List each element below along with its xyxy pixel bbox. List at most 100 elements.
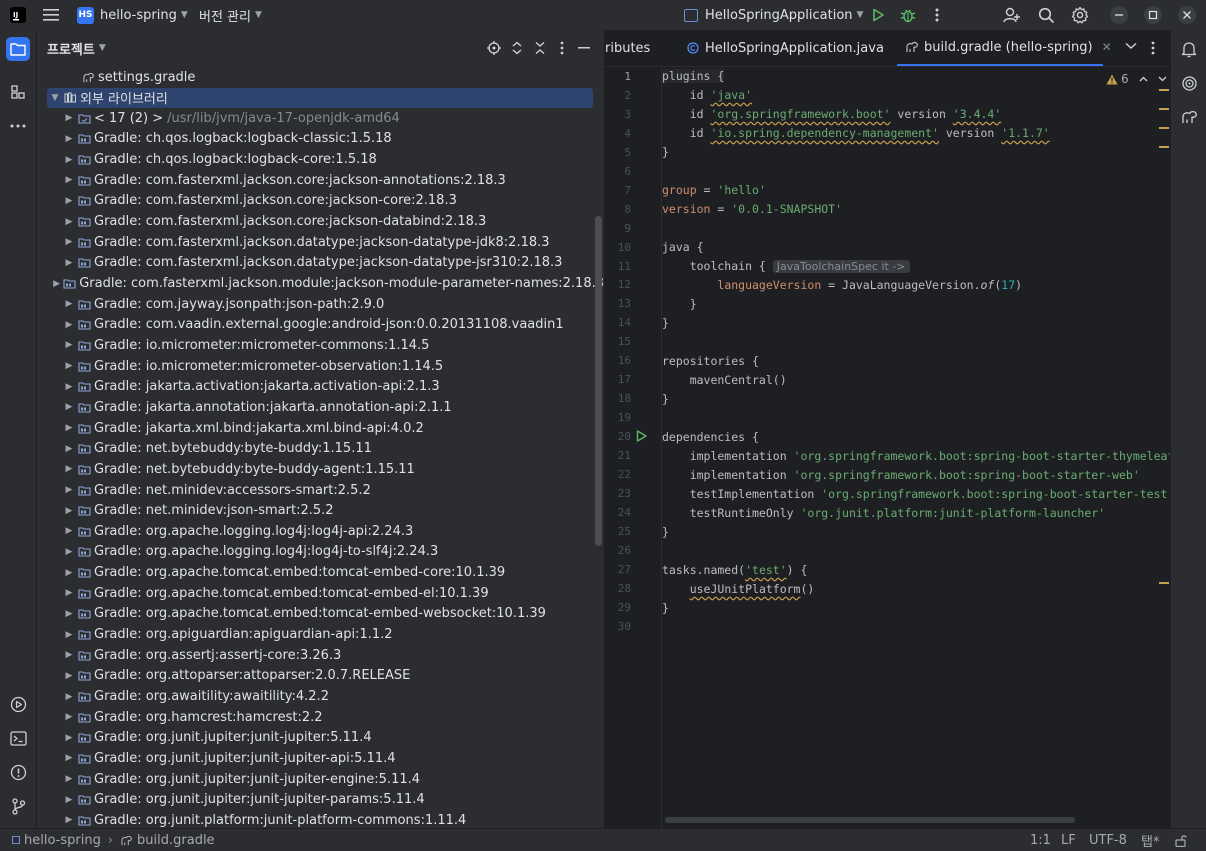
debug-icon[interactable] <box>898 5 918 25</box>
warning-stripe-marker[interactable] <box>1159 127 1169 129</box>
more-vertical-icon[interactable] <box>927 5 947 25</box>
chevron-right-icon[interactable]: ▶ <box>63 174 75 186</box>
tree-item[interactable]: ▶ < 17 (2) >/usr/lib/jvm/java-17-openjdk-… <box>37 108 604 128</box>
ai-assistant-icon[interactable] <box>1177 71 1201 95</box>
project-switcher[interactable]: HS hello-spring ▼ <box>77 0 188 30</box>
line-number-gutter[interactable]: 1 2 3 4 5 6 7 8 9 10 11 12 13 14 15 16 17 18 19 20 21 22 23 24 2… <box>605 67 662 828</box>
warning-stripe-marker[interactable] <box>1159 89 1169 91</box>
previous-highlight-icon[interactable] <box>1139 76 1148 82</box>
chevron-right-icon[interactable]: ▶ <box>63 525 75 537</box>
chevron-right-icon[interactable]: ▶ <box>63 711 75 723</box>
chevron-right-icon[interactable]: ▶ <box>63 133 75 145</box>
chevron-right-icon[interactable]: ▶ <box>63 463 75 475</box>
gradle-tool-window-icon[interactable] <box>1177 105 1201 129</box>
tree-item[interactable]: ▶ Gradle: jakarta.activation:jakarta.acti… <box>37 377 604 397</box>
tree-item[interactable]: ▶ Gradle: org.apache.tomcat.embed:tomcat-… <box>37 583 604 603</box>
minimize-window-icon[interactable] <box>1109 5 1129 25</box>
project-view-selector[interactable]: 프로젝트 ▼ <box>47 30 106 66</box>
git-branch-icon[interactable] <box>6 794 30 818</box>
warning-stripe-marker[interactable] <box>1159 108 1169 110</box>
chevron-right-icon[interactable]: ▶ <box>63 298 75 310</box>
chevron-right-icon[interactable]: ▶ <box>63 216 75 228</box>
file-encoding[interactable]: UTF-8 <box>1089 829 1127 851</box>
tree-item[interactable]: ▶ Gradle: com.vaadin.external.google:andr… <box>37 315 604 335</box>
chevron-right-icon[interactable]: ▶ <box>63 195 75 207</box>
tree-item[interactable]: ▶ Gradle: org.attoparser:attoparser:2.0.7… <box>37 666 604 686</box>
add-user-icon[interactable] <box>1002 5 1022 25</box>
expand-all-icon[interactable] <box>511 41 523 55</box>
chevron-down-icon[interactable]: ▼ <box>49 92 61 104</box>
tree-item[interactable]: ▶ Gradle: org.junit.jupiter:junit-jupiter… <box>37 728 604 748</box>
inlay-hint[interactable]: JavaToolchainSpec it -> <box>772 260 910 273</box>
tree-scrollbar[interactable] <box>595 216 602 546</box>
maximize-window-icon[interactable] <box>1143 5 1163 25</box>
close-tab-icon[interactable]: ✕ <box>1102 40 1112 54</box>
problems-icon[interactable] <box>6 760 30 784</box>
collapse-all-icon[interactable] <box>534 41 546 55</box>
tree-item[interactable]: ▶ Gradle: com.jayway.jsonpath:json-path:2… <box>37 294 604 314</box>
run-icon[interactable] <box>868 5 888 25</box>
inspection-widget[interactable]: 6 <box>1106 71 1167 87</box>
search-icon[interactable] <box>1036 5 1056 25</box>
tree-item[interactable]: ▶ Gradle: org.junit.jupiter:junit-jupiter… <box>37 748 604 768</box>
chevron-right-icon[interactable]: ▶ <box>63 567 75 579</box>
tree-item[interactable]: ▶ Gradle: jakarta.xml.bind:jakarta.xml.bi… <box>37 418 604 438</box>
tree-item[interactable]: ▶ Gradle: com.fasterxml.jackson.core:jack… <box>37 212 604 232</box>
chevron-right-icon[interactable]: ▶ <box>63 608 75 620</box>
tree-item[interactable]: ▶ Gradle: org.apache.logging.log4j:log4j-… <box>37 521 604 541</box>
tree-item[interactable]: ▶ Gradle: org.assertj:assertj-core:3.26.3 <box>37 645 604 665</box>
close-window-icon[interactable] <box>1177 5 1197 25</box>
tree-item[interactable]: ▶ Gradle: ch.qos.logback:logback-classic:… <box>37 129 604 149</box>
chevron-right-icon[interactable]: ▶ <box>63 649 75 661</box>
chevron-right-icon[interactable]: ▶ <box>63 401 75 413</box>
chevron-right-icon[interactable]: ▶ <box>63 629 75 641</box>
tree-item[interactable]: ▶ Gradle: org.awaitility:awaitility:4.2.2 <box>37 687 604 707</box>
app-logo-icon[interactable]: IJ <box>8 5 28 25</box>
panel-options-icon[interactable] <box>560 41 564 55</box>
main-menu-icon[interactable] <box>41 5 61 25</box>
tree-item[interactable]: ▶ Gradle: net.minidev:json-smart:2.5.2 <box>37 501 604 521</box>
chevron-right-icon[interactable]: ▶ <box>63 773 75 785</box>
chevron-right-icon[interactable]: ▶ <box>53 278 60 290</box>
caret-position[interactable]: 1:1 <box>1030 829 1051 851</box>
tree-item[interactable]: ▶ Gradle: com.fasterxml.jackson.datatype:… <box>37 253 604 273</box>
chevron-right-icon[interactable]: ▶ <box>63 381 75 393</box>
chevron-right-icon[interactable]: ▶ <box>63 484 75 496</box>
chevron-right-icon[interactable]: ▶ <box>63 443 75 455</box>
chevron-right-icon[interactable]: ▶ <box>63 814 75 826</box>
more-horizontal-icon[interactable] <box>6 114 30 138</box>
chevron-right-icon[interactable]: ▶ <box>63 505 75 517</box>
chevron-right-icon[interactable]: ▶ <box>63 257 75 269</box>
tree-item[interactable]: settings.gradle <box>37 67 604 87</box>
tree-item[interactable]: ▶ Gradle: com.fasterxml.jackson.core:jack… <box>37 170 604 190</box>
tree-item[interactable]: ▶ Gradle: org.junit.jupiter:junit-jupiter… <box>37 769 604 789</box>
tree-item[interactable]: ▶ Gradle: org.apache.logging.log4j:log4j-… <box>37 542 604 562</box>
tab-hello-spring-application[interactable]: HelloSpringApplication.java <box>687 30 884 66</box>
chevron-right-icon[interactable]: ▶ <box>63 732 75 744</box>
structure-icon[interactable] <box>6 80 30 104</box>
tab-list-chevron-down-icon[interactable] <box>1125 42 1137 50</box>
breadcrumb-project[interactable]: hello-spring <box>24 833 101 848</box>
editor-horizontal-scrollbar[interactable] <box>665 817 1075 823</box>
chevron-right-icon[interactable]: ▶ <box>63 236 75 248</box>
chevron-right-icon[interactable]: ▶ <box>63 794 75 806</box>
tree-item[interactable]: ▶ Gradle: org.apiguardian:apiguardian-api… <box>37 625 604 645</box>
tab-options-icon[interactable] <box>1151 41 1155 55</box>
terminal-icon[interactable] <box>6 726 30 750</box>
tree-item[interactable]: ▶ Gradle: net.bytebuddy:byte-buddy:1.15.1… <box>37 439 604 459</box>
services-run-icon[interactable] <box>6 692 30 716</box>
tree-item[interactable]: ▶ Gradle: org.apache.tomcat.embed:tomcat-… <box>37 604 604 624</box>
tree-item[interactable]: ▶ Gradle: ch.qos.logback:logback-core:1.5… <box>37 150 604 170</box>
warning-stripe-marker[interactable] <box>1159 582 1169 584</box>
hide-panel-icon[interactable] <box>578 47 590 49</box>
locate-file-icon[interactable] <box>487 41 501 55</box>
tree-item[interactable]: ▶ Gradle: org.apache.tomcat.embed:tomcat-… <box>37 563 604 583</box>
indent-setting[interactable]: 탭* <box>1141 829 1159 851</box>
tab-build-gradle[interactable]: build.gradle (hello-spring) ✕ <box>897 30 1112 66</box>
chevron-right-icon[interactable]: ▶ <box>63 112 75 124</box>
settings-gear-icon[interactable] <box>1070 5 1090 25</box>
chevron-right-icon[interactable]: ▶ <box>63 360 75 372</box>
next-highlight-icon[interactable] <box>1158 76 1167 82</box>
chevron-right-icon[interactable]: ▶ <box>63 422 75 434</box>
run-gutter-icon[interactable] <box>636 430 647 442</box>
